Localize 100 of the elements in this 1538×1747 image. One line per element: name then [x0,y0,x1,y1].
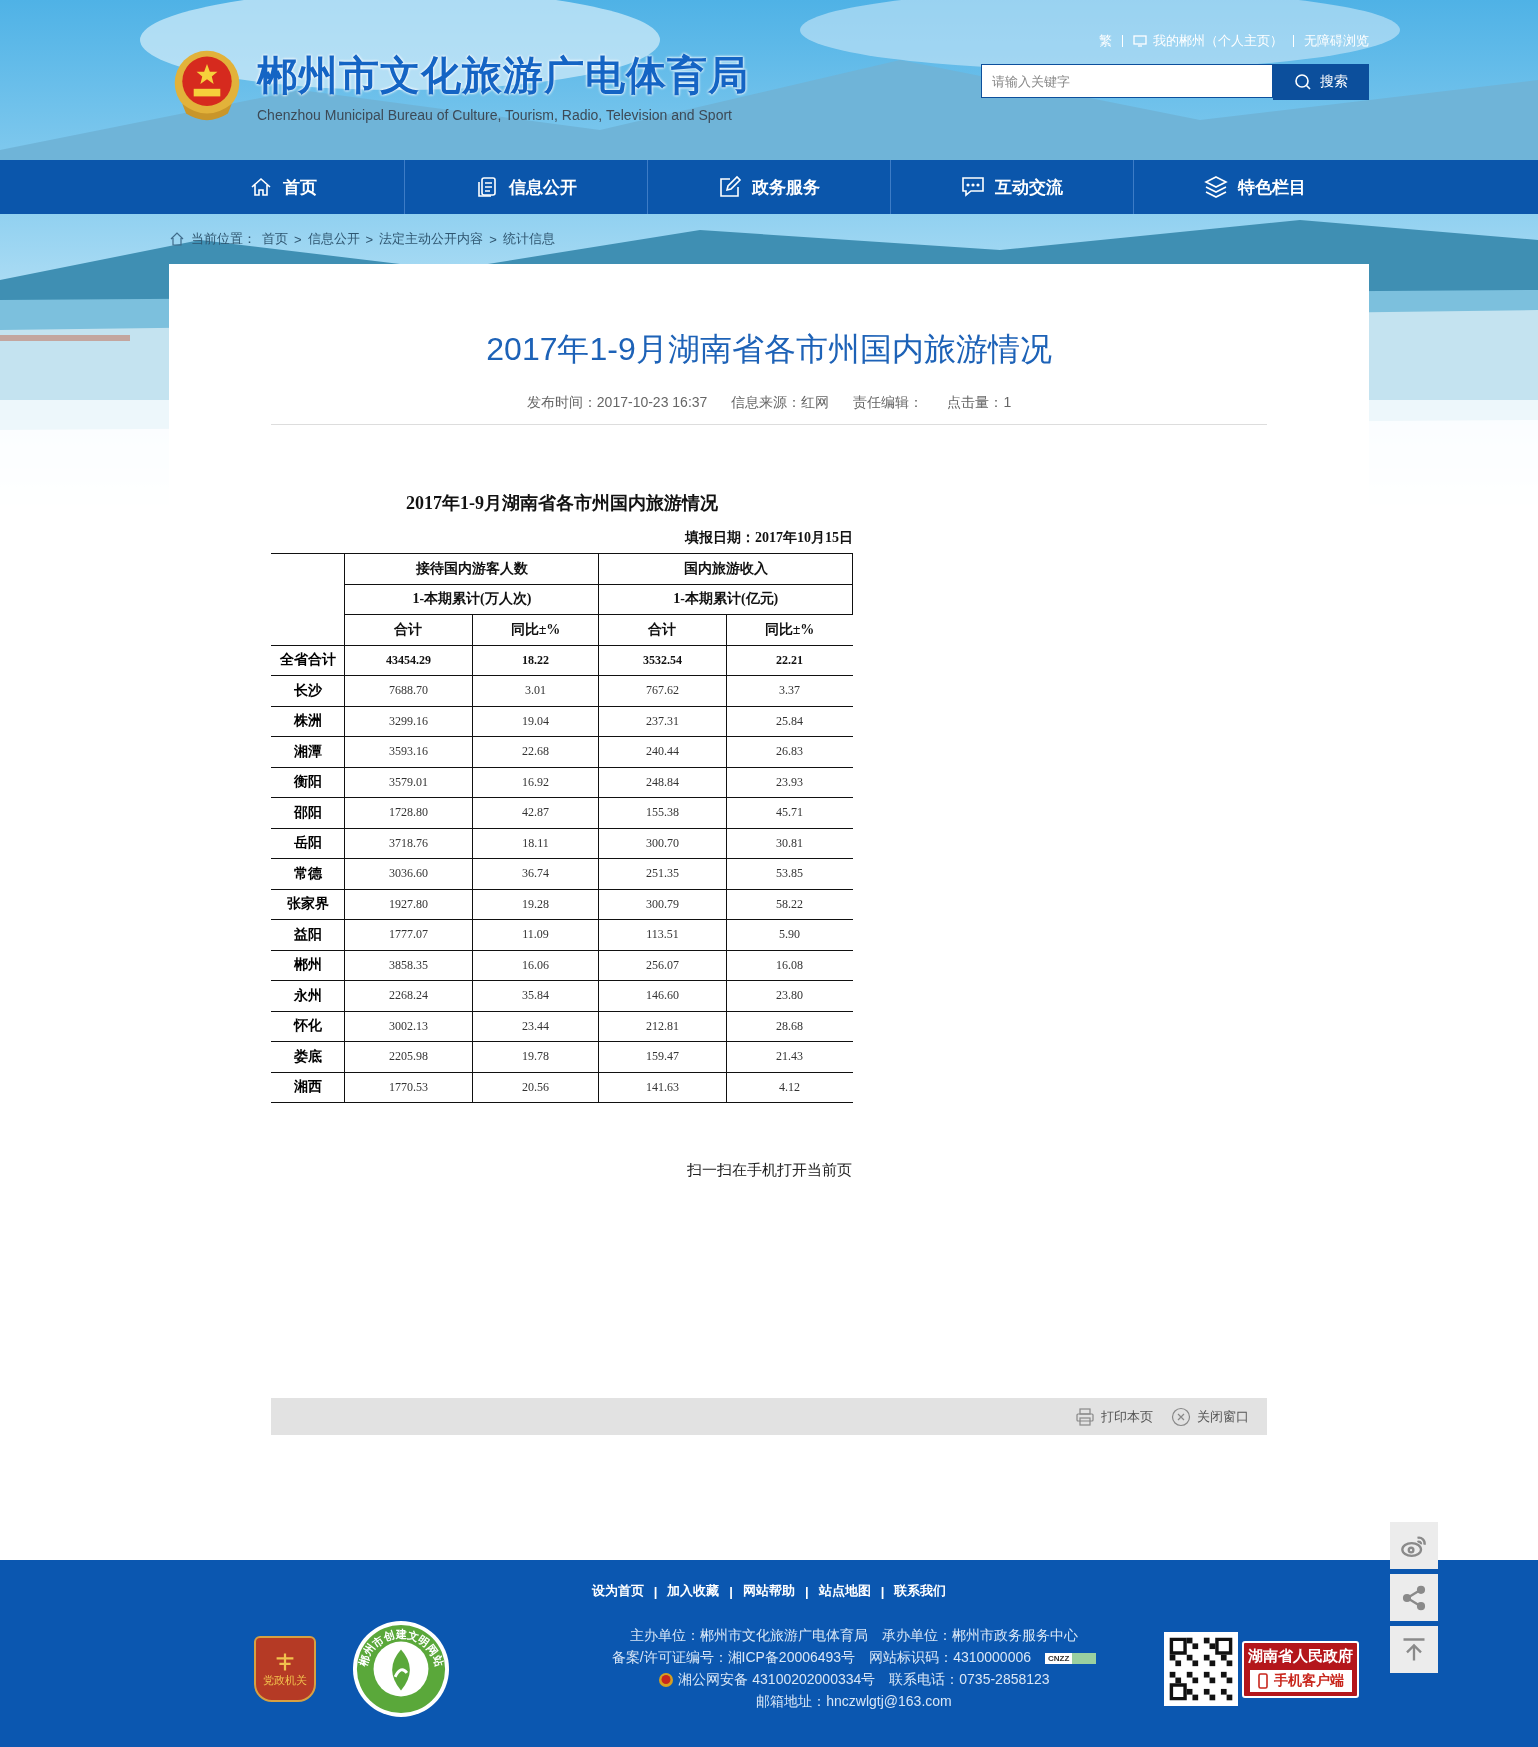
table-cell: 43454.29 [344,645,472,676]
table-cell: 256.07 [598,950,727,981]
table-cell: 2268.24 [344,980,472,1011]
breadcrumb-separator: > [365,231,374,247]
article-meta: 责任编辑： [853,394,924,412]
search-field[interactable]: 请输入关键字 [981,64,1273,98]
table-cell: 3532.54 [598,645,727,676]
footer-link[interactable]: 联系我们 [894,1582,947,1600]
table-cell: 1728.80 [344,797,472,828]
table-cell: 3002.13 [344,1011,472,1042]
table-cell: 21.43 [726,1041,853,1072]
table-title: 2017年1-9月湖南省各市州国内旅游情况 [405,492,719,515]
toolbar-link[interactable]: 打印本页 [1075,1406,1153,1427]
table-cell: 3036.60 [344,858,472,889]
table-cell: 30.81 [726,828,853,859]
article-meta: 点击量：1 [947,394,1012,412]
footer-text: 备案/许可证编号：湘ICP备20006493号 [611,1649,856,1667]
nav-tab[interactable]: 互动交流 [890,160,1134,214]
monitor-icon [1133,35,1147,47]
table-cell: 240.44 [598,736,727,767]
home-icon [169,231,185,247]
table-cell: 3593.16 [344,736,472,767]
footer-link[interactable]: 站点地图 [818,1582,871,1600]
table-cell: 5.90 [726,919,853,950]
table-cell: 3858.35 [344,950,472,981]
nav-tab[interactable]: 政务服务 [646,160,891,214]
table-cell: 53.85 [726,858,853,889]
nav-tab[interactable]: 特色栏目 [1133,160,1377,214]
table-cell: 22.21 [726,645,853,676]
table-cell: 248.84 [598,767,727,798]
toolbar-link[interactable]: 关闭窗口 [1171,1406,1249,1427]
table-header: 合计 [598,614,727,645]
qr-hint: 扫一扫在手机打开当前页 [685,1161,853,1180]
table-cell: 娄底 [271,1041,345,1072]
table-cell: 113.51 [598,919,727,950]
share-icon [1400,1583,1428,1612]
table-cell: 212.81 [598,1011,727,1042]
footer-separator: | [653,1583,658,1599]
weibo-button[interactable] [1390,1522,1438,1569]
table-cell: 35.84 [472,980,599,1011]
table-cell: 300.70 [598,828,727,859]
nav-tab[interactable]: 信息公开 [403,160,647,214]
table-cell: 郴州 [271,950,345,981]
table-header: 合计 [344,614,472,645]
nav-tab[interactable]: 首页 [161,160,404,214]
table-header: 1-本期累计(亿元) [598,584,853,615]
table-cell: 141.63 [598,1072,727,1103]
table-header: 1-本期累计(万人次) [344,584,599,615]
footer-text: 联系电话：0735-2858123 [889,1671,1050,1689]
table-cell: 岳阳 [271,828,345,859]
footer-text: 承办单位：郴州市政务服务中心 [882,1627,1078,1645]
footer-link[interactable]: 设为首页 [591,1582,644,1600]
breadcrumb-link[interactable]: 信息公开 [307,230,360,248]
table-cell: 7688.70 [344,675,472,706]
table-cell: 湘潭 [271,736,345,767]
table-cell: 16.08 [726,950,853,981]
breadcrumb-link[interactable]: 首页 [262,230,288,248]
search-button[interactable]: 搜索 [1273,64,1369,100]
footer-text: 网站标识码：4310000006 [869,1649,1032,1667]
table-cell: 36.74 [472,858,599,889]
table-cell: 251.35 [598,858,727,889]
table-cell: 23.80 [726,980,853,1011]
table-cell: 237.31 [598,706,727,737]
table-cell: 155.38 [598,797,727,828]
share-button[interactable] [1390,1574,1438,1621]
table-cell: 26.83 [726,736,853,767]
breadcrumb-link[interactable]: 统计信息 [502,230,555,248]
table-cell: 3299.16 [344,706,472,737]
table-cell: 湘西 [271,1072,345,1103]
table-cell: 邵阳 [271,797,345,828]
table-cell: 23.93 [726,767,853,798]
breadcrumb-separator: > [294,231,302,247]
app-badge[interactable]: 湖南省人民政府 手机客户端 [1242,1640,1359,1698]
back-to-top-button[interactable] [1390,1626,1438,1673]
table-cell: 长沙 [271,675,345,706]
article-title: 2017年1-9月湖南省各市州国内旅游情况 [485,330,1053,369]
article-meta: 信息来源：红网 [731,394,830,412]
footer-link[interactable]: 网站帮助 [743,1582,795,1600]
stats-badge[interactable]: CNZZ [1045,1652,1097,1664]
table-cell: 45.71 [726,797,853,828]
table-cell: 28.68 [726,1011,853,1042]
table-cell: 3.37 [726,675,853,706]
footer-separator: | [805,1583,809,1599]
party-badge[interactable]: 党政机关 [254,1636,316,1702]
table-cell: 19.78 [472,1041,599,1072]
breadcrumb-link[interactable]: 法定主动公开内容 [379,230,484,248]
edit-icon [718,175,742,199]
table-cell: 20.56 [472,1072,599,1103]
table-header: 接待国内游客人数 [344,553,599,584]
footer-link[interactable]: 加入收藏 [667,1582,720,1600]
table-cell: 25.84 [726,706,853,737]
table-cell: 株洲 [271,706,345,737]
footer-separator: | [880,1583,885,1599]
table-header: 同比±% [726,614,853,645]
table-cell: 16.06 [472,950,599,981]
table-cell: 怀化 [271,1011,345,1042]
table-cell: 146.60 [598,980,727,1011]
table-cell: 18.11 [472,828,599,859]
table-cell: 58.22 [726,889,853,920]
article-meta: 发布时间：2017-10-23 16:37 [526,394,708,412]
